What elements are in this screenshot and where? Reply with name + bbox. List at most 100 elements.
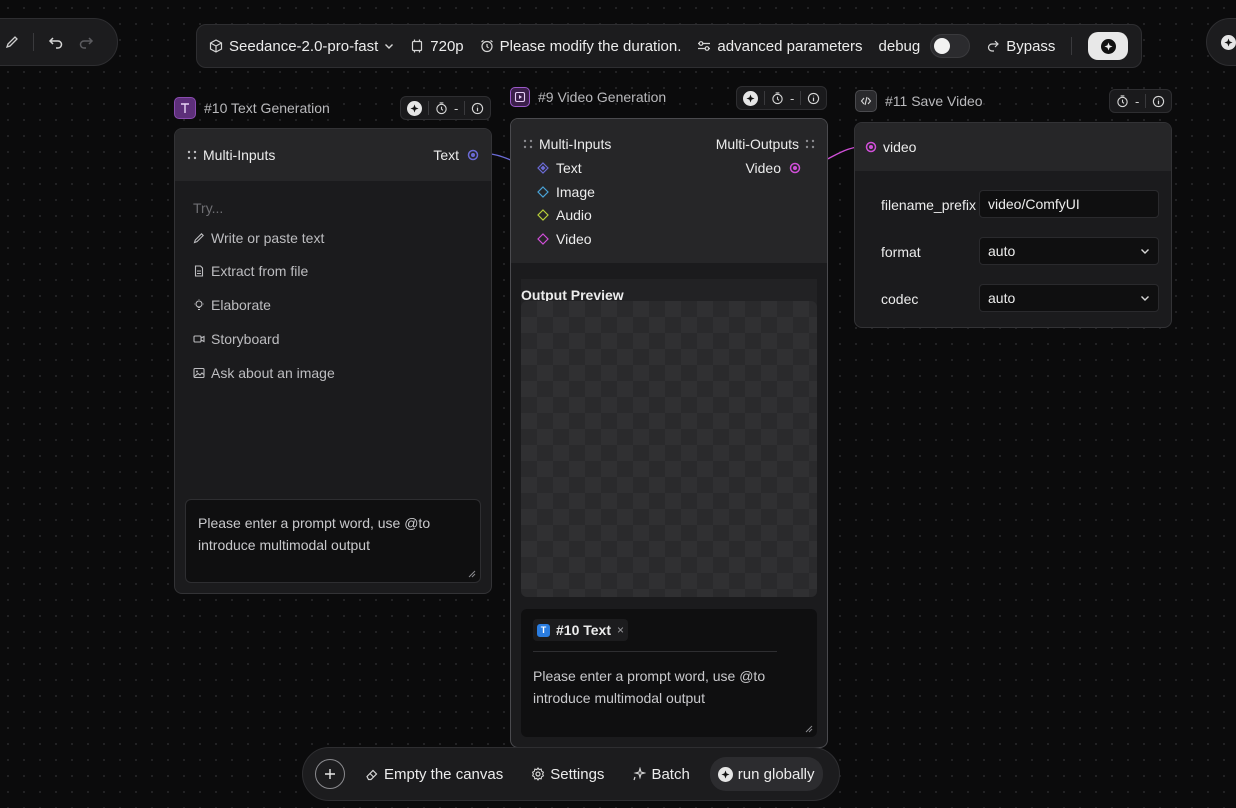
- run-node-icon[interactable]: [743, 90, 758, 106]
- prompt-divider: [533, 651, 777, 652]
- add-node-button[interactable]: [315, 759, 345, 789]
- duration-hint: Please modify the duration.: [499, 37, 682, 55]
- text-generation-node[interactable]: Multi-Inputs Text Try... Write or paste …: [174, 128, 492, 594]
- text-node-header[interactable]: #10 Text Generation: [174, 97, 330, 119]
- suggestion-label: Storyboard: [211, 331, 280, 347]
- suggestion-ask-image[interactable]: Ask about an image: [193, 365, 335, 381]
- run-globally-label: run globally: [737, 765, 815, 783]
- redo-icon[interactable]: [78, 34, 94, 50]
- duration-select[interactable]: Please modify the duration.: [480, 37, 682, 55]
- output-port-video[interactable]: Video: [745, 160, 801, 176]
- video-port-diamond-icon: [537, 233, 549, 245]
- multi-inputs-handle[interactable]: Multi-Inputs: [523, 136, 611, 152]
- image-port-diamond-icon: [537, 186, 549, 198]
- text-prompt-input[interactable]: Please enter a prompt word, use @to intr…: [185, 499, 481, 583]
- input-port-video[interactable]: Video: [537, 231, 592, 247]
- suggestion-write[interactable]: Write or paste text: [193, 230, 324, 246]
- video-prompt-input[interactable]: T #10 Text × Please enter a prompt word,…: [521, 609, 817, 737]
- bypass-icon: [986, 39, 1000, 53]
- save-node-header[interactable]: #11 Save Video: [855, 90, 983, 112]
- debug-control: debug: [879, 34, 971, 58]
- filename-prefix-input[interactable]: video/ComfyUI: [979, 190, 1159, 218]
- timer-value: -: [790, 90, 795, 106]
- resolution-value: 720p: [430, 37, 464, 55]
- pencil-icon: [193, 232, 205, 244]
- video-input-label: video: [883, 139, 917, 155]
- chip-close-icon[interactable]: ×: [617, 623, 624, 637]
- video-generation-node[interactable]: Multi-Inputs Multi-Outputs Text Image Au…: [510, 118, 828, 748]
- suggestion-label: Extract from file: [211, 263, 309, 279]
- save-video-node[interactable]: video filename_prefix video/ComfyUI form…: [854, 122, 1172, 328]
- video-port-dot[interactable]: [789, 162, 801, 174]
- run-icon: [1100, 38, 1116, 54]
- model-select[interactable]: Seedance-2.0-pro-fast: [209, 38, 394, 55]
- info-icon[interactable]: [807, 92, 820, 105]
- batch-button[interactable]: Batch: [632, 766, 690, 783]
- model-toolbar: Seedance-2.0-pro-fast 720p Please modify…: [196, 24, 1142, 68]
- tool-divider: [1145, 94, 1147, 108]
- suggestion-label: Elaborate: [211, 297, 271, 313]
- advanced-parameters-button[interactable]: advanced parameters: [697, 38, 863, 55]
- resize-handle-icon[interactable]: [805, 725, 813, 733]
- undo-icon[interactable]: [48, 34, 64, 50]
- multi-inputs-label: Multi-Inputs: [539, 136, 612, 152]
- suggestion-label: Write or paste text: [211, 230, 325, 246]
- suggestion-extract[interactable]: Extract from file: [193, 263, 308, 279]
- alarm-clock-icon: [480, 39, 494, 53]
- bypass-label: Bypass: [1006, 37, 1056, 55]
- port-label: Audio: [556, 207, 592, 223]
- canvas-action-bar: Empty the canvas Settings Batch run glob…: [302, 747, 840, 801]
- resolution-select[interactable]: 720p: [410, 37, 464, 55]
- suggestion-label: Ask about an image: [211, 365, 335, 381]
- run-icon[interactable]: [1221, 34, 1236, 50]
- text-output-port[interactable]: Text: [433, 147, 479, 163]
- cube-icon: [209, 39, 223, 53]
- run-node-button[interactable]: [1088, 32, 1129, 60]
- run-node-icon[interactable]: [407, 100, 422, 116]
- run-globally-button[interactable]: run globally: [709, 757, 823, 791]
- debug-toggle[interactable]: [930, 34, 971, 58]
- info-icon[interactable]: [471, 102, 484, 115]
- suggestion-elaborate[interactable]: Elaborate: [193, 297, 271, 313]
- save-node-tools: -: [1109, 89, 1173, 113]
- tool-divider: [464, 101, 466, 115]
- codec-select[interactable]: auto: [979, 284, 1159, 312]
- canvas-edit-toolbar: [0, 18, 118, 66]
- chip-label: #10 Text: [556, 622, 611, 638]
- chevron-down-icon: [384, 41, 394, 51]
- timer-icon[interactable]: [1116, 94, 1129, 108]
- empty-canvas-button[interactable]: Empty the canvas: [365, 766, 503, 783]
- video-node-io: Multi-Inputs Multi-Outputs Text Image Au…: [511, 119, 827, 263]
- prompt-placeholder-line2: introduce multimodal output: [533, 690, 705, 706]
- format-select[interactable]: auto: [979, 237, 1159, 265]
- video-input-port-dot[interactable]: [865, 141, 877, 153]
- text-port-dot[interactable]: [467, 149, 479, 161]
- codec-value: auto: [988, 290, 1016, 306]
- timer-icon[interactable]: [435, 101, 448, 115]
- model-name: Seedance-2.0-pro-fast: [229, 37, 379, 55]
- timer-icon[interactable]: [771, 91, 784, 105]
- eraser-icon: [365, 767, 379, 781]
- input-port-audio[interactable]: Audio: [537, 207, 592, 223]
- image-icon: [193, 367, 205, 379]
- multi-inputs-handle[interactable]: Multi-Inputs: [187, 147, 275, 163]
- port-label: Image: [556, 184, 595, 200]
- port-label: Video: [556, 231, 592, 247]
- settings-button[interactable]: Settings: [531, 766, 604, 783]
- info-icon[interactable]: [1152, 95, 1165, 108]
- bypass-button[interactable]: Bypass: [986, 38, 1055, 55]
- pen-icon[interactable]: [5, 35, 19, 49]
- audio-port-diamond-icon: [537, 209, 549, 221]
- prompt-placeholder-line1: Please enter a prompt word, use @to: [198, 515, 431, 531]
- timer-value: -: [454, 100, 459, 116]
- save-node-title: #11 Save Video: [885, 93, 983, 109]
- video-node-header[interactable]: #9 Video Generation: [510, 87, 666, 107]
- reference-chip[interactable]: T #10 Text ×: [533, 619, 629, 641]
- resize-handle-icon[interactable]: [468, 570, 476, 578]
- plus-icon: [325, 769, 335, 779]
- multi-outputs-handle[interactable]: Multi-Outputs: [716, 136, 815, 152]
- sparkle-icon: [632, 767, 647, 781]
- input-port-text[interactable]: Text: [537, 160, 582, 176]
- input-port-image[interactable]: Image: [537, 184, 595, 200]
- suggestion-storyboard[interactable]: Storyboard: [193, 331, 279, 347]
